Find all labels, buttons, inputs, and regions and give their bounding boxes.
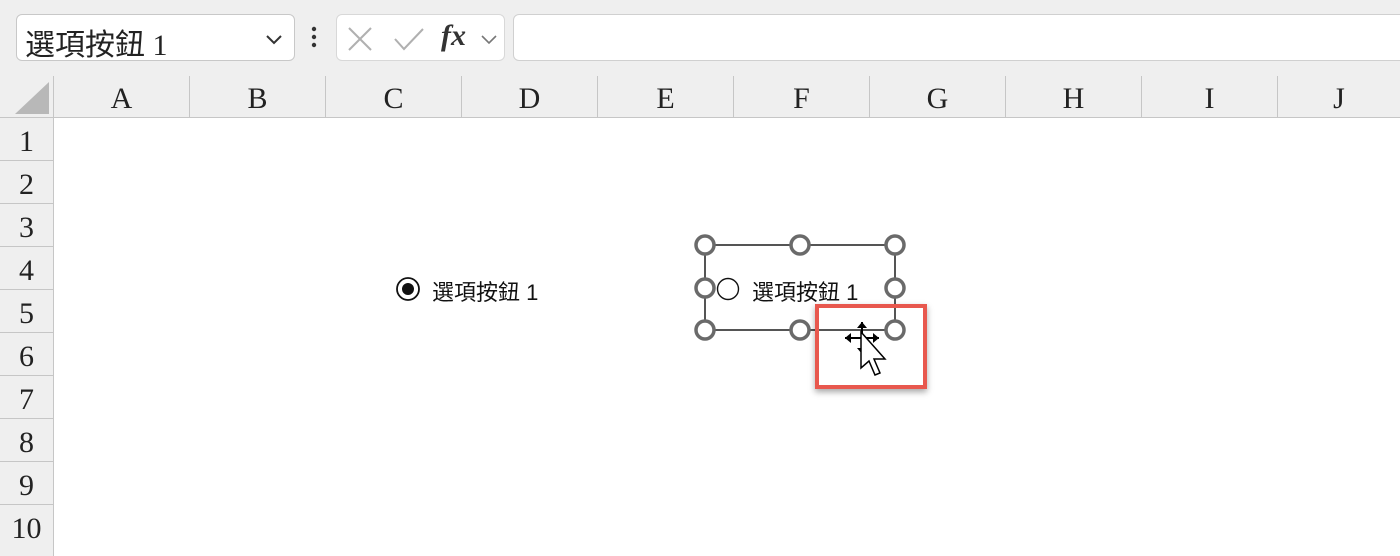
move-cursor-icon [845,322,887,376]
chevron-down-icon[interactable] [264,29,284,49]
select-all-triangle-icon [15,82,49,114]
radio-button-1[interactable] [395,276,421,302]
column-header-i[interactable]: I [1142,76,1278,117]
more-options-icon[interactable] [309,24,319,54]
resize-handle-bottom-middle[interactable] [789,319,811,341]
name-box-value: 選項按鈕 1 [25,29,168,62]
name-box[interactable]: 選項按鈕 1 [16,14,295,62]
row-header-7[interactable]: 7 [0,376,53,419]
column-header-e[interactable]: E [598,76,734,117]
resize-handle-top-middle[interactable] [789,234,811,256]
row-header-9[interactable]: 9 [0,462,53,505]
row-header-6[interactable]: 6 [0,333,53,376]
formula-bar: 選項按鈕 1 fx [0,0,1400,76]
row-header-5[interactable]: 5 [0,290,53,333]
column-header-j[interactable]: J [1278,76,1400,117]
row-header-10[interactable]: 10 [0,505,53,548]
chevron-down-icon[interactable] [480,30,498,48]
row-header-2[interactable]: 2 [0,161,53,204]
resize-handle-bottom-left[interactable] [694,319,716,341]
select-all-button[interactable] [0,76,54,117]
column-header-a[interactable]: A [54,76,190,117]
resize-handle-middle-right[interactable] [884,277,906,299]
row-header-4[interactable]: 4 [0,247,53,290]
checkmark-icon[interactable] [393,26,425,52]
row-header-1[interactable]: 1 [0,118,53,161]
column-header-row: A B C D E F G H I J [0,76,1400,118]
formula-input[interactable] [513,14,1400,61]
row-header-3[interactable]: 3 [0,204,53,247]
column-header-g[interactable]: G [870,76,1006,117]
column-header-h[interactable]: H [1006,76,1142,117]
resize-handle-top-right[interactable] [884,234,906,256]
row-header-column: 1 2 3 4 5 6 7 8 9 10 [0,118,54,556]
column-header-d[interactable]: D [462,76,598,117]
insert-function-button[interactable]: fx [441,19,466,53]
resize-handle-middle-left[interactable] [694,277,716,299]
resize-handle-top-left[interactable] [694,234,716,256]
formula-buttons: fx [336,14,505,61]
row-header-8[interactable]: 8 [0,419,53,462]
column-header-c[interactable]: C [326,76,462,117]
column-header-f[interactable]: F [734,76,870,117]
column-header-b[interactable]: B [190,76,326,117]
close-icon[interactable] [347,26,373,52]
radio-button-1-label[interactable]: 選項按鈕 1 [432,275,538,307]
